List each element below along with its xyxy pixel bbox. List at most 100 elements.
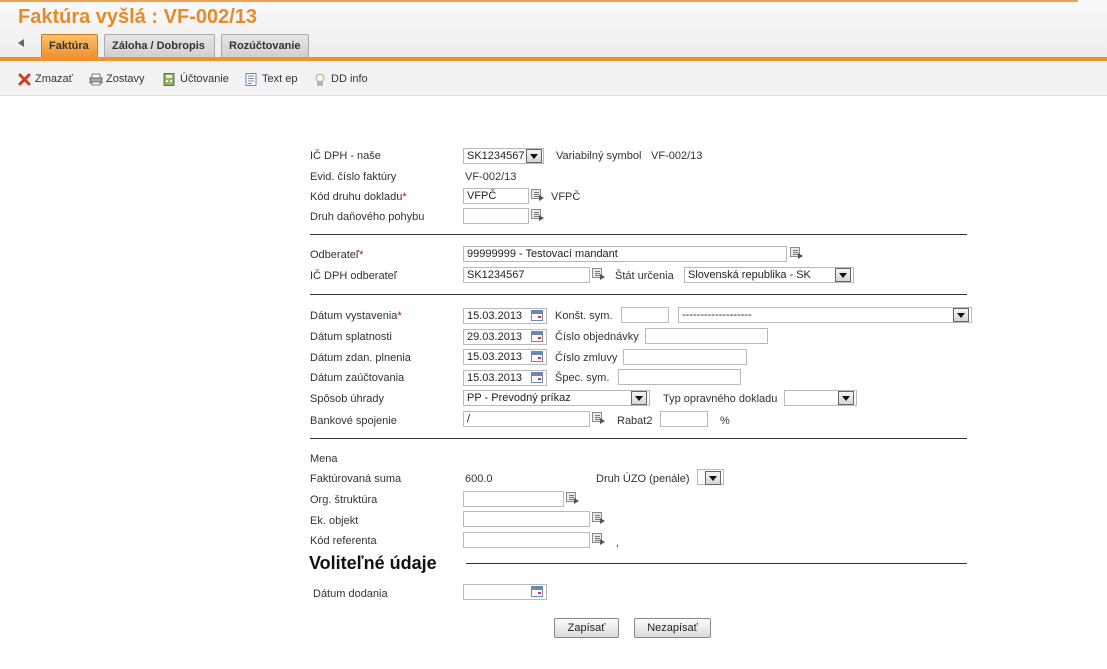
cislo-objednavky-label: Číslo objednávky <box>555 331 639 343</box>
bankove-spojenie-input[interactable]: / <box>463 411 590 427</box>
cislo-zmluvy-input[interactable] <box>623 349 747 365</box>
datum-dodania-label: Dátum dodania <box>313 588 388 600</box>
divider-1 <box>310 234 967 235</box>
page-header: Faktúra vyšlá : VF-002/13 Faktúra Záloha… <box>0 0 1107 60</box>
druh-danoveho-lookup-icon[interactable] <box>531 209 545 222</box>
datum-zauct-label: Dátum zaúčtovania <box>310 372 405 384</box>
ic-dph-nase-label: IČ DPH - naše <box>310 150 381 162</box>
tab-zaloha-dobropis[interactable]: Záloha / Dobropis <box>104 34 215 57</box>
konst-sym-input[interactable] <box>621 307 669 323</box>
printer-icon <box>89 73 103 86</box>
accounting-label: Účtovanie <box>180 73 229 85</box>
ek-objekt-lookup-icon[interactable] <box>592 512 606 525</box>
required-asterisk: * <box>359 249 364 261</box>
divider-3 <box>310 438 967 439</box>
spec-sym-input[interactable] <box>618 369 741 385</box>
ek-objekt-label: Ek. objekt <box>310 515 359 527</box>
ic-dph-odberatel-lookup-icon[interactable] <box>592 268 606 281</box>
reports-button[interactable]: Zostavy <box>89 71 145 87</box>
kod-referenta-lookup-icon[interactable] <box>592 533 606 546</box>
fakturovana-suma-value: 600.0 <box>465 473 493 485</box>
bankove-spojenie-lookup-icon[interactable] <box>592 412 606 425</box>
odberatel-lookup-icon[interactable] <box>790 247 804 260</box>
typ-opravneho-dropdown-icon[interactable] <box>838 391 854 405</box>
ic-dph-odberatel-label: IČ DPH odberateľ <box>310 270 397 282</box>
fakturovana-suma-label: Faktúrovaná suma <box>310 473 402 485</box>
konst-sym-dropdown-icon[interactable] <box>953 308 969 322</box>
mena-label: Mena <box>310 453 338 465</box>
reports-label: Zostavy <box>106 73 145 85</box>
odberatel-input[interactable]: 99999999 - Testovací mandant <box>463 246 787 262</box>
druh-danoveho-label: Druh daňového pohybu <box>310 211 425 223</box>
tab-rozuctovanie[interactable]: Rozúčtovanie <box>221 34 309 57</box>
calendar-icon[interactable] <box>531 372 543 383</box>
calendar-icon[interactable] <box>531 331 543 342</box>
datum-zdan-label: Dátum zdan. plnenia <box>310 352 411 364</box>
kod-druhu-extra: VFPČ <box>551 191 581 203</box>
calendar-icon[interactable] <box>531 586 543 597</box>
cislo-zmluvy-label: Číslo zmluvy <box>555 352 618 364</box>
konst-sym-select[interactable]: ------------------- <box>678 307 972 323</box>
ek-objekt-input[interactable] <box>463 511 590 527</box>
stat-urcenia-label: Štát určenia <box>615 270 674 282</box>
delete-x-icon <box>18 73 31 86</box>
stat-urcenia-dropdown-icon[interactable] <box>835 268 851 282</box>
ic-dph-odberatel-input[interactable]: SK1234567 <box>463 267 590 283</box>
odberatel-label-text: Odberateľ <box>310 249 360 261</box>
save-button[interactable]: Zapísať <box>554 618 619 638</box>
rabat2-input[interactable] <box>660 411 708 427</box>
kod-referenta-label: Kód referenta <box>310 535 377 547</box>
divider-2 <box>310 294 967 295</box>
tab-faktura[interactable]: Faktúra <box>41 34 98 57</box>
text-ep-label: Text ep <box>262 73 298 85</box>
divider-4 <box>466 563 967 564</box>
org-struktura-label: Org. štruktúra <box>310 494 378 506</box>
required-asterisk: * <box>397 310 402 322</box>
stat-urcenia-select[interactable]: Slovenská republika - SK <box>684 267 854 283</box>
druh-danoveho-input[interactable] <box>463 208 529 224</box>
variabilny-symbol-label: Variabilný symbol <box>556 150 642 162</box>
org-struktura-input[interactable] <box>463 491 564 507</box>
section-title-volitelne: Voliteľné údaje <box>309 553 437 573</box>
delete-button[interactable]: Zmazať <box>18 71 73 87</box>
required-asterisk: * <box>402 191 407 203</box>
accounting-button[interactable]: Účtovanie <box>163 71 229 87</box>
org-struktura-lookup-icon[interactable] <box>566 492 580 505</box>
toolbar: Zmazať Zostavy Účtovanie Text ep DD info <box>0 61 1107 96</box>
dd-info-button[interactable]: DD info <box>314 71 368 87</box>
kod-referenta-suffix: , <box>616 537 620 549</box>
datum-vystavenia-label-text: Dátum vystavenia <box>310 310 398 322</box>
dd-info-label: DD info <box>331 73 368 85</box>
sposob-uhrady-label: Spôsob úhrady <box>310 393 384 405</box>
kod-referenta-input[interactable] <box>463 532 590 548</box>
odberatel-label: Odberateľ* <box>310 249 363 261</box>
druh-uzo-label: Druh ÚZO (penále) <box>596 473 690 485</box>
calendar-icon[interactable] <box>531 351 543 362</box>
text-ep-button[interactable]: Text ep <box>245 71 297 87</box>
variabilny-symbol-value: VF-002/13 <box>651 150 703 162</box>
typ-opravneho-label: Typ opravného dokladu <box>663 393 778 405</box>
datum-splatnosti-label: Dátum splatnosti <box>310 331 392 343</box>
datum-vystavenia-label: Dátum vystavenia* <box>310 310 402 322</box>
rabat2-unit: % <box>720 415 730 427</box>
druh-uzo-dropdown-icon[interactable] <box>705 471 721 485</box>
rabat2-label: Rabat2 <box>617 415 653 427</box>
sposob-uhrady-dropdown-icon[interactable] <box>631 391 647 405</box>
lightbulb-icon <box>314 73 327 86</box>
kod-druhu-lookup-icon[interactable] <box>531 189 545 202</box>
calendar-icon[interactable] <box>531 310 543 321</box>
spec-sym-label: Špec. sym. <box>555 372 610 384</box>
evid-cislo-label: Evid. číslo faktúry <box>310 171 397 183</box>
kod-druhu-input[interactable]: VFPČ <box>463 188 529 204</box>
back-arrow-icon[interactable] <box>18 39 24 47</box>
sposob-uhrady-select[interactable]: PP - Prevodný príkaz <box>463 390 650 406</box>
delete-label: Zmazať <box>35 73 73 85</box>
header-top-line <box>0 0 1078 2</box>
kod-druhu-label-text: Kód druhu dokladu <box>310 191 403 203</box>
kod-druhu-label: Kód druhu dokladu* <box>310 191 407 203</box>
ic-dph-nase-dropdown-icon[interactable] <box>526 149 542 163</box>
evid-cislo-value: VF-002/13 <box>465 171 517 183</box>
konst-sym-label: Konšt. sym. <box>555 310 613 322</box>
cancel-button[interactable]: Nezapísať <box>634 618 711 638</box>
cislo-objednavky-input[interactable] <box>645 328 768 344</box>
